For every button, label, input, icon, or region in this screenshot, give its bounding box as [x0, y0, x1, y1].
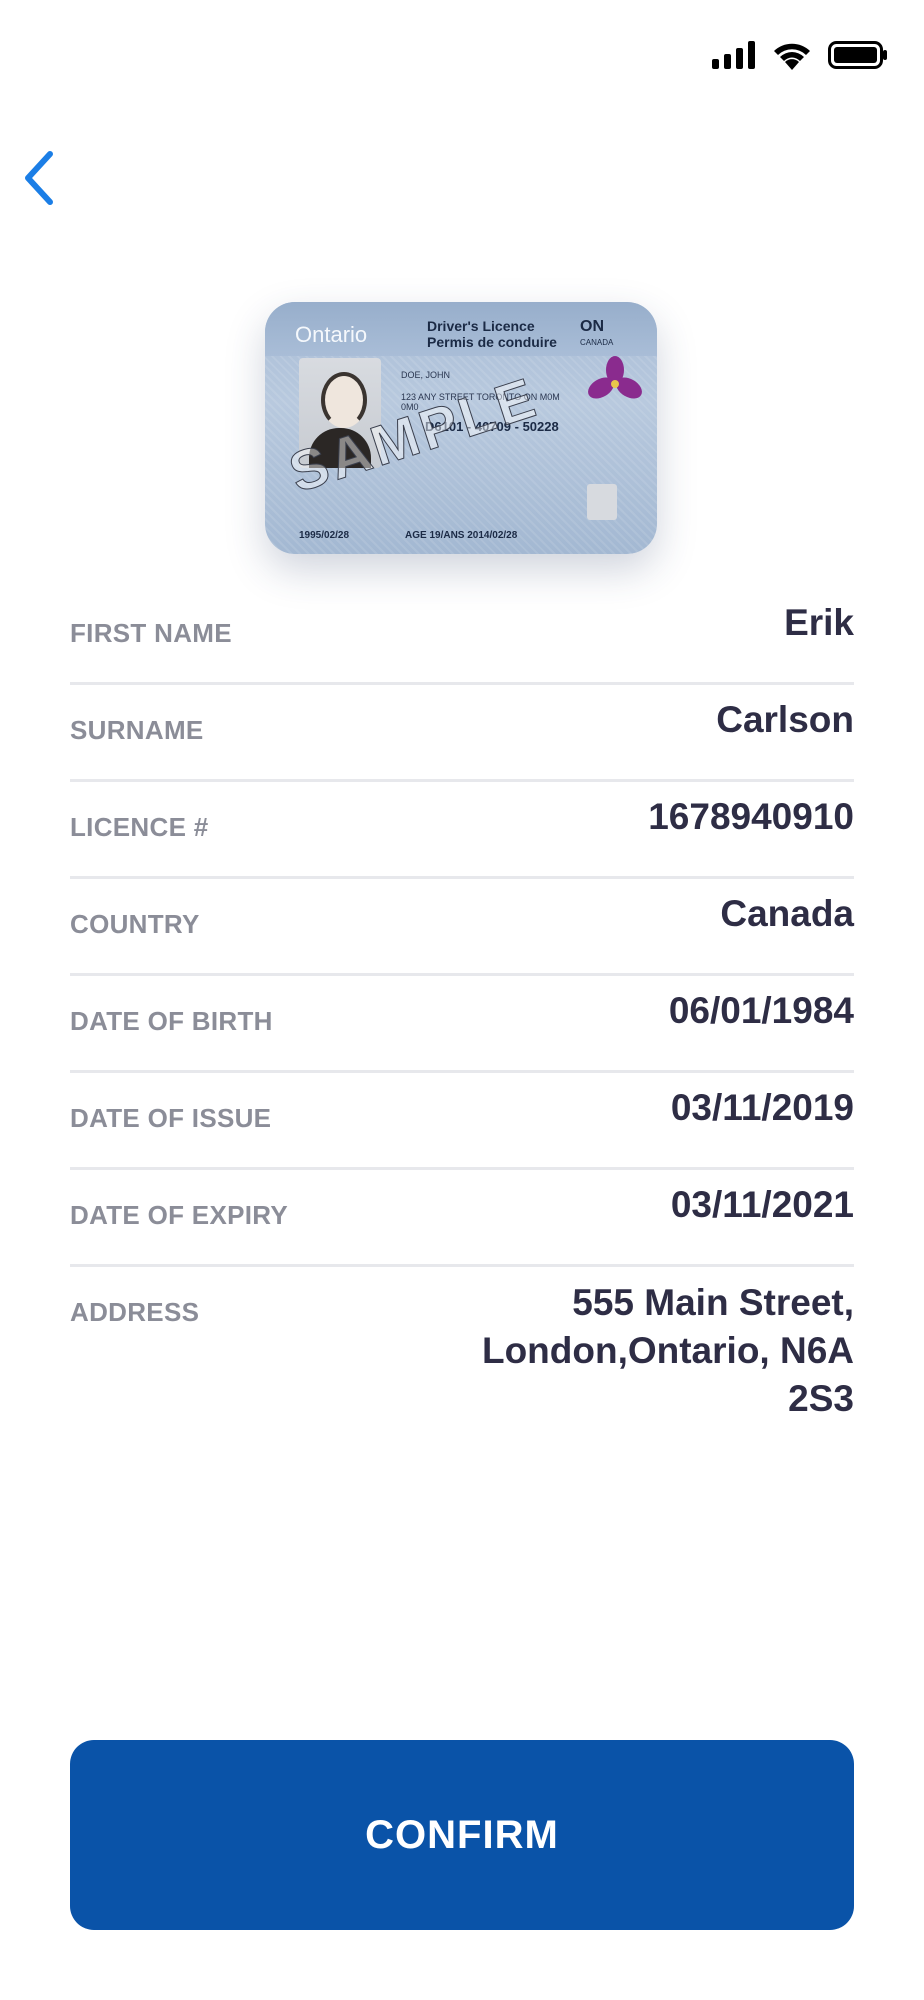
detail-row-address: ADDRESS 555 Main Street, London,Ontario,…	[70, 1267, 854, 1447]
card-title-fr: Permis de conduire	[427, 334, 557, 350]
detail-row-date-of-issue: DATE OF ISSUE 03/11/2019	[70, 1073, 854, 1170]
detail-label: DATE OF BIRTH	[70, 1006, 273, 1036]
detail-value: 03/11/2021	[670, 1184, 854, 1225]
detail-row-country: COUNTRY Canada	[70, 879, 854, 976]
signal-icon	[712, 41, 755, 69]
card-age: AGE 19/ANS 2014/02/28	[405, 530, 518, 541]
card-country: CANADA	[580, 338, 614, 347]
card-mini-photo	[587, 484, 617, 520]
status-bar	[0, 0, 924, 110]
card-dob: 1995/02/28	[299, 530, 350, 541]
detail-label: SURNAME	[70, 715, 204, 745]
licence-card-image: Ontario Driver's Licence Permis de condu…	[265, 302, 657, 554]
detail-label: FIRST NAME	[70, 618, 232, 648]
detail-row-surname: SURNAME Carlson	[70, 685, 854, 782]
detail-label: DATE OF ISSUE	[70, 1103, 272, 1133]
card-province: Ontario	[295, 322, 368, 347]
card-holder-name: DOE, JOHN	[401, 370, 451, 380]
detail-row-first-name: FIRST NAME Erik	[70, 588, 854, 685]
detail-row-licence-number: LICENCE # 1678940910	[70, 782, 854, 879]
detail-label: DATE OF EXPIRY	[70, 1200, 289, 1230]
detail-value: 555 Main Street, London,Ontario, N6A 2S3	[481, 1282, 854, 1419]
detail-value: 1678940910	[648, 796, 854, 837]
wifi-icon	[774, 43, 810, 70]
detail-label: LICENCE #	[70, 812, 209, 842]
detail-value: Canada	[720, 893, 854, 934]
chevron-left-icon	[25, 151, 53, 205]
detail-value: Erik	[784, 602, 854, 643]
confirm-button[interactable]: CONFIRM	[70, 1740, 854, 1930]
detail-value: 06/01/1984	[668, 990, 854, 1031]
battery-icon	[828, 41, 887, 69]
card-title-en: Driver's Licence	[427, 318, 535, 334]
detail-row-date-of-birth: DATE OF BIRTH 06/01/1984	[70, 976, 854, 1073]
detail-value: Carlson	[716, 699, 854, 740]
detail-label: COUNTRY	[70, 909, 200, 939]
card-code: ON	[580, 318, 604, 335]
licence-details-list: FIRST NAME Erik SURNAME Carlson LICENCE …	[70, 588, 854, 1447]
detail-row-date-of-expiry: DATE OF EXPIRY 03/11/2021	[70, 1170, 854, 1267]
detail-label: ADDRESS	[70, 1297, 200, 1327]
detail-value: 03/11/2019	[670, 1087, 854, 1128]
trillium-icon	[588, 356, 642, 399]
back-button[interactable]	[14, 146, 70, 210]
